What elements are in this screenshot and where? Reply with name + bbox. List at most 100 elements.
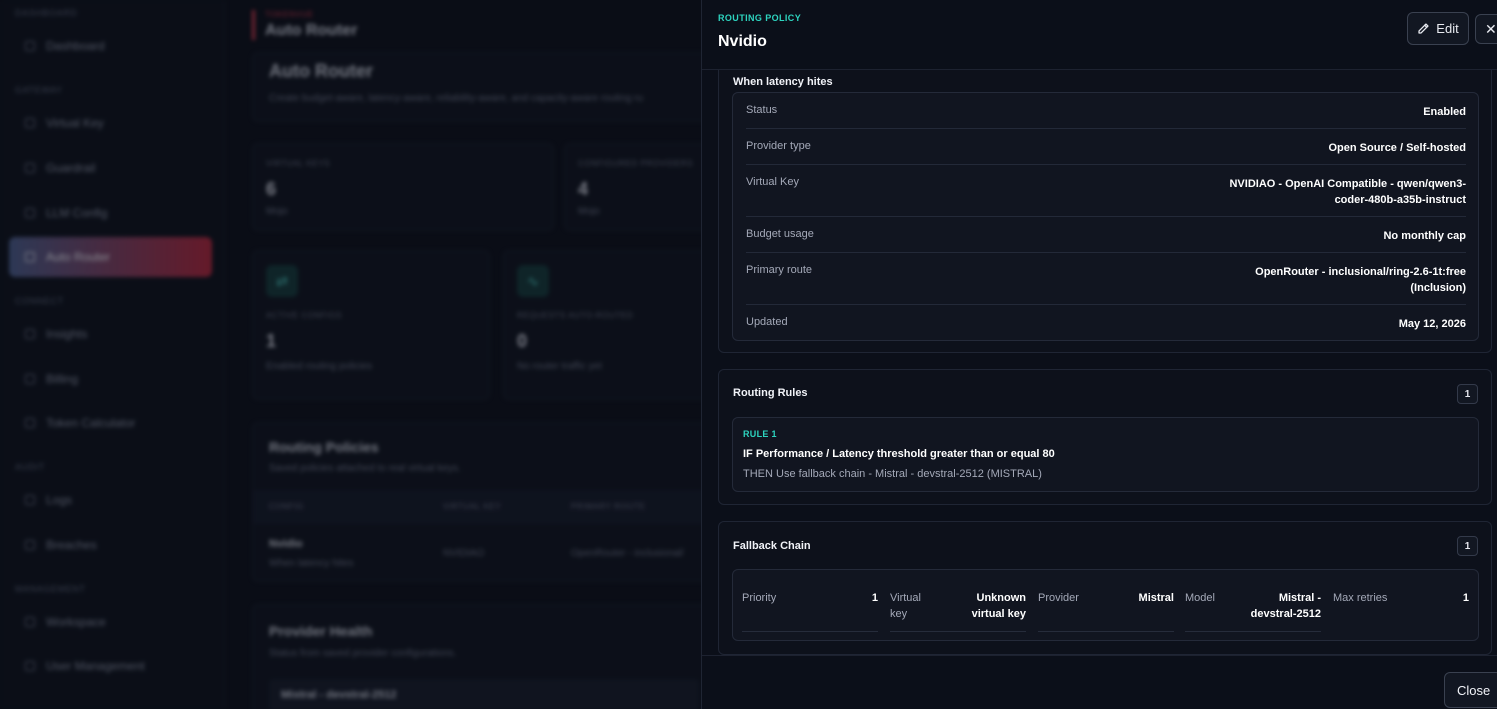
provider-health-label: Mistral - devstral-2512 xyxy=(281,689,397,701)
page-subtitle: Create budget-aware, latency-aware, reli… xyxy=(269,93,644,104)
stat-card-virtual-keys: VIRTUAL KEYS 6 Mojo xyxy=(252,143,554,231)
routing-policy-drawer: ROUTING POLICY Nvidio Edit ✕ When latenc… xyxy=(701,0,1497,709)
stat-label: VIRTUAL KEYS xyxy=(266,159,331,168)
detail-value: Enabled xyxy=(1423,106,1466,118)
sidebar-item-token-calculator[interactable]: Token Calculator xyxy=(9,403,212,443)
fallback-chain-title: Fallback Chain xyxy=(733,540,811,552)
fallback-field-max-retries: Max retries 1 xyxy=(1333,570,1469,632)
fallback-field-label: Model xyxy=(1185,592,1215,604)
intro-card: Auto Router Create budget-aware, latency… xyxy=(252,52,712,122)
sidebar-item-billing[interactable]: Billing xyxy=(9,359,212,399)
section-subtitle: Status from saved provider configuration… xyxy=(269,648,457,659)
sidebar-item-label: Auto Router xyxy=(46,250,111,264)
detail-value: Open Source / Self-hosted xyxy=(1328,142,1466,154)
row-primary-route: OpenRouter - inclusional/ xyxy=(571,548,684,559)
pencil-icon xyxy=(1418,23,1429,34)
app-root: DASHBOARD Dashboard GATEWAY Virtual Key … xyxy=(0,0,1497,709)
sidebar-item-breaches[interactable]: Breaches xyxy=(9,525,212,565)
fallback-field-value: Unknown virtual key xyxy=(971,592,1026,620)
rule-action: THEN Use fallback chain - Mistral - devs… xyxy=(743,468,1042,480)
page-title: Auto Router xyxy=(269,61,373,81)
activity-icon: ∿ xyxy=(517,265,549,297)
edit-button[interactable]: Edit xyxy=(1407,12,1469,45)
config-icon xyxy=(25,208,35,218)
sidebar-item-virtual-key[interactable]: Virtual Key xyxy=(9,103,212,143)
section-subtitle: Saved policies attached to real virtual … xyxy=(269,463,461,474)
fallback-chain-panel: Fallback Chain 1 Priority 1 Virtual key … xyxy=(718,521,1492,655)
sidebar-item-logs[interactable]: Logs xyxy=(9,480,212,520)
breadcrumb-title: Auto Router xyxy=(265,22,358,39)
dashboard-icon xyxy=(25,41,35,51)
chart-icon xyxy=(25,329,35,339)
sidebar-item-workspace[interactable]: Workspace xyxy=(9,602,212,642)
detail-row-provider-type: Provider type Open Source / Self-hosted xyxy=(746,129,1466,165)
sidebar-section-connect: CONNECT xyxy=(15,296,64,306)
drawer-header: ROUTING POLICY Nvidio Edit ✕ xyxy=(702,0,1497,70)
key-icon xyxy=(25,118,35,128)
router-icon xyxy=(25,252,35,262)
drawer-body[interactable]: When latency hites Status Enabled Provid… xyxy=(702,70,1497,655)
table-row[interactable]: Nvidio When latency hites NVIDIAO OpenRo… xyxy=(253,524,713,579)
breadcrumb-eyebrow: TOKENVUE xyxy=(265,10,314,19)
stat-label: CONFIGURED PROVIDERS xyxy=(578,159,694,168)
fallback-field-label: Priority xyxy=(742,592,777,604)
routing-rules-title: Routing Rules xyxy=(733,387,808,399)
sidebar-item-label: Dashboard xyxy=(46,39,105,53)
sidebar-item-guardrail[interactable]: Guardrail xyxy=(9,148,212,188)
users-icon xyxy=(25,661,35,671)
section-title: Provider Health xyxy=(269,623,373,639)
detail-value: OpenRouter - inclusional/ring-2.6-1t:fre… xyxy=(1255,266,1466,294)
sidebar-item-label: Guardrail xyxy=(46,161,96,175)
config-icon: ⇄ xyxy=(266,265,298,297)
fallback-chain-count-badge: 1 xyxy=(1457,536,1478,556)
fallback-field-virtual-key: Virtual key Unknown virtual key xyxy=(890,570,1026,632)
stat-value: 6 xyxy=(266,179,277,199)
fallback-field-value: 1 xyxy=(1462,592,1469,604)
rule-tag: RULE 1 xyxy=(743,429,777,439)
sidebar: DASHBOARD Dashboard GATEWAY Virtual Key … xyxy=(0,0,225,709)
fallback-field-model: Model Mistral - devstral-2512 xyxy=(1185,570,1321,632)
detail-label: Status xyxy=(746,104,778,116)
detail-label: Provider type xyxy=(746,140,811,152)
metric-value: 1 xyxy=(266,331,277,351)
table-header: CONFIG VIRTUAL KEY PRIMARY ROUTE xyxy=(253,490,713,524)
row-config-name: Nvidio xyxy=(269,538,303,550)
sidebar-item-user-management[interactable]: User Management xyxy=(9,646,212,686)
close-icon: ✕ xyxy=(1485,20,1497,37)
calculator-icon xyxy=(25,418,35,428)
policy-summary-panel: When latency hites Status Enabled Provid… xyxy=(718,70,1492,353)
row-virtual-key: NVIDIAO xyxy=(443,548,485,559)
rule-card: RULE 1 IF Performance / Latency threshol… xyxy=(732,417,1479,492)
stat-value: 4 xyxy=(578,179,589,199)
drawer-title: Nvidio xyxy=(718,33,767,50)
sidebar-item-dashboard[interactable]: Dashboard xyxy=(9,26,212,66)
section-title: Routing Policies xyxy=(269,439,379,455)
detail-row-updated: Updated May 12, 2026 xyxy=(746,305,1466,341)
detail-label: Virtual Key xyxy=(746,176,799,188)
close-icon-button[interactable]: ✕ xyxy=(1475,14,1497,44)
fallback-field-provider: Provider Mistral xyxy=(1038,570,1174,632)
sidebar-item-auto-router[interactable]: Auto Router xyxy=(9,237,212,277)
detail-row-status: Status Enabled xyxy=(746,93,1466,129)
sidebar-item-label: LLM Config xyxy=(46,206,108,220)
sidebar-item-insights[interactable]: Insights xyxy=(9,314,212,354)
stat-sub: Mojo xyxy=(578,206,600,217)
detail-row-primary-route: Primary route OpenRouter - inclusional/r… xyxy=(746,253,1466,305)
policy-details-table: Status Enabled Provider type Open Source… xyxy=(732,92,1479,341)
fallback-field-label: Provider xyxy=(1038,592,1079,604)
metric-value: 0 xyxy=(517,331,528,351)
close-button[interactable]: Close xyxy=(1444,672,1497,708)
fallback-field-value: Mistral xyxy=(1138,592,1174,604)
billing-icon xyxy=(25,374,35,384)
column-header: PRIMARY ROUTE xyxy=(571,502,646,511)
column-header: CONFIG xyxy=(269,502,304,511)
sidebar-item-llm-config[interactable]: LLM Config xyxy=(9,193,212,233)
provider-health-card: Provider Health Status from saved provid… xyxy=(252,604,712,709)
metric-card-active-configs: ⇄ ACTIVE CONFIGS 1 Enabled routing polic… xyxy=(252,250,490,400)
drawer-eyebrow: ROUTING POLICY xyxy=(718,13,802,23)
detail-value: NVIDIAO - OpenAI Compatible - qwen/qwen3… xyxy=(1229,178,1466,206)
metric-label: ACTIVE CONFIGS xyxy=(266,311,342,320)
detail-label: Budget usage xyxy=(746,228,814,240)
workspace-icon xyxy=(25,617,35,627)
provider-health-item: Mistral - devstral-2512 xyxy=(269,679,699,709)
